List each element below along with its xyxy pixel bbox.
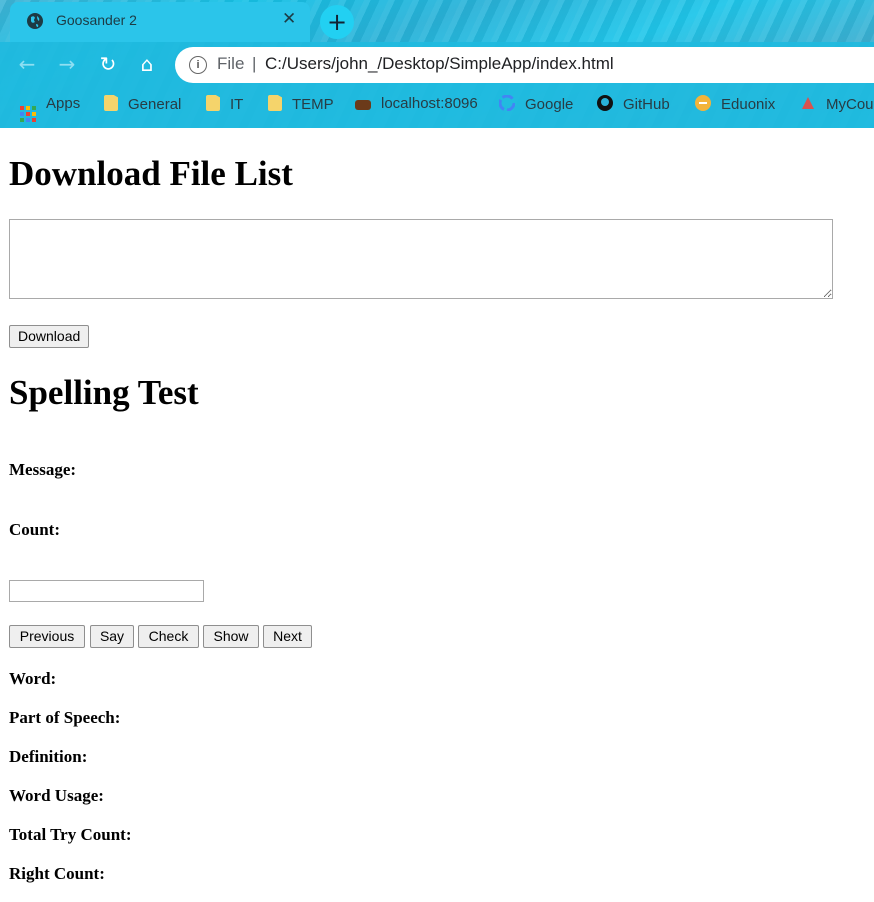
google-icon [499, 95, 515, 111]
folder-icon [268, 95, 282, 111]
mycourses-icon [802, 97, 814, 109]
github-icon [597, 95, 613, 111]
page-content: Download File List Download Spelling Tes… [9, 129, 874, 902]
count-label: Count: [9, 520, 61, 539]
address-url[interactable]: C:/Users/john_/Desktop/SimpleApp/index.h… [265, 54, 614, 74]
browser-chrome: Goosander 2 ✕ + ← → ↻ ⌂ i File | C:/User… [0, 0, 874, 128]
bookmark-eduonix[interactable]: Eduonix [695, 95, 775, 113]
address-bar[interactable]: i File | C:/Users/john_/Desktop/SimpleAp… [175, 47, 874, 83]
check-button[interactable]: Check [138, 625, 199, 648]
home-icon[interactable]: ⌂ [135, 52, 159, 76]
bookmark-localhost[interactable]: localhost:8096 [355, 95, 478, 112]
browser-tab[interactable]: Goosander 2 ✕ [10, 2, 310, 42]
bookmark-label: localhost:8096 [381, 95, 478, 112]
word-label: Word: [9, 669, 57, 688]
bookmark-label: TEMP [292, 96, 334, 113]
bookmarks-bar: Apps General IT TEMP localhost:8096 Goog… [0, 92, 874, 122]
bookmark-mycourses[interactable]: MyCou [800, 95, 874, 113]
folder-icon [206, 95, 220, 111]
globe-icon [27, 13, 43, 29]
forward-icon[interactable]: → [55, 52, 79, 76]
apps-grid-icon [20, 106, 36, 122]
show-button[interactable]: Show [203, 625, 259, 648]
say-button[interactable]: Say [90, 625, 134, 648]
bookmark-label: GitHub [623, 96, 670, 113]
message-label: Message: [9, 460, 77, 479]
bookmark-apps[interactable]: Apps [20, 95, 80, 122]
part-of-speech-label: Part of Speech: [9, 708, 121, 727]
eduonix-icon [695, 95, 711, 111]
bookmark-label: MyCou [826, 96, 874, 113]
answer-input[interactable] [9, 580, 204, 602]
previous-button[interactable]: Previous [9, 625, 85, 648]
bookmark-label: General [128, 96, 182, 113]
total-try-count-label: Total Try Count: [9, 825, 132, 844]
info-icon[interactable]: i [189, 56, 207, 74]
file-list-textarea[interactable] [9, 219, 833, 299]
download-button[interactable]: Download [9, 325, 90, 348]
tab-title: Goosander 2 [56, 12, 137, 28]
tab-close-icon[interactable]: ✕ [282, 9, 296, 29]
server-icon [355, 100, 371, 110]
back-icon[interactable]: ← [15, 52, 39, 76]
definition-label: Definition: [9, 747, 88, 766]
download-heading: Download File List [9, 154, 293, 193]
bookmark-it[interactable]: IT [206, 95, 243, 113]
bookmark-general[interactable]: General [104, 95, 181, 113]
spelling-heading: Spelling Test [9, 373, 199, 412]
next-button[interactable]: Next [263, 625, 312, 648]
address-scheme: File [217, 54, 245, 73]
word-usage-label: Word Usage: [9, 786, 104, 805]
new-tab-button[interactable]: + [320, 5, 354, 39]
address-separator: | [252, 54, 257, 73]
bookmark-github[interactable]: GitHub [597, 95, 670, 113]
bookmark-temp[interactable]: TEMP [268, 95, 334, 113]
bookmark-label: Eduonix [721, 96, 776, 113]
right-count-label: Right Count: [9, 864, 105, 883]
reload-icon[interactable]: ↻ [96, 52, 120, 76]
bookmark-label: Google [525, 96, 574, 113]
folder-icon [104, 95, 118, 111]
bookmark-label: IT [230, 96, 244, 113]
bookmark-label: Apps [46, 95, 81, 112]
bookmark-google[interactable]: Google [499, 95, 573, 113]
